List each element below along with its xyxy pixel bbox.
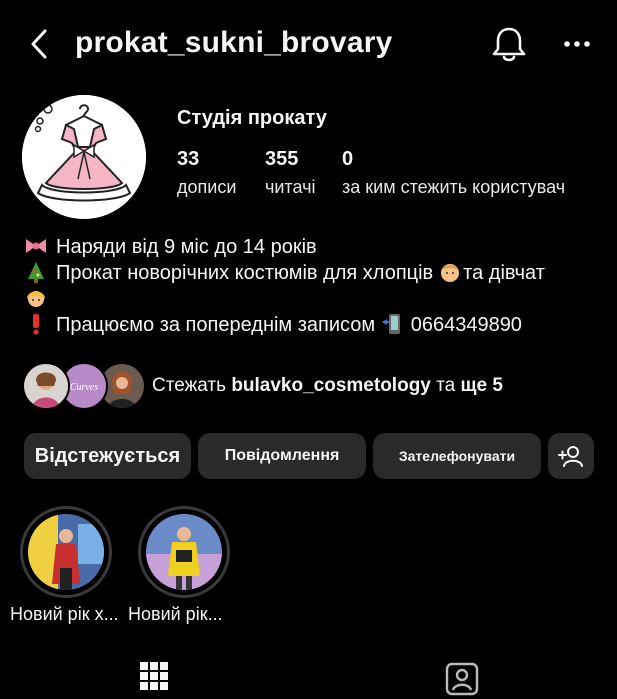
highlight-label: Новий рік... (128, 604, 223, 624)
profile-avatar[interactable] (22, 95, 146, 219)
highlight-ring (20, 506, 112, 598)
back-button[interactable] (24, 26, 54, 62)
followed-by-more: ще 5 (460, 375, 503, 396)
stat-following[interactable]: 0 за ким стежить користувач (342, 148, 565, 198)
followed-by-account: bulavko_cosmetology (231, 375, 431, 396)
bio-line-2-text-b: та дівчат (463, 262, 545, 284)
bio-line-2-text-a: Прокат новорічних костюмів для хлопців (56, 262, 434, 284)
ribbon-emoji-icon (26, 239, 46, 253)
more-options-button[interactable] (558, 30, 596, 58)
follower-avatar-1 (22, 362, 70, 410)
followed-by-row[interactable]: Curves Стежать bulavko_cosmetology та ще… (22, 362, 602, 410)
girl-emoji-icon (27, 291, 45, 307)
tab-posts-grid[interactable] (138, 660, 172, 694)
exclamation-emoji-icon (33, 314, 39, 335)
bio-line-3: Працюємо за попереднім записом 066434989… (24, 312, 604, 338)
following-label: за ким стежить користувач (342, 177, 566, 197)
christmas-tree-emoji-icon (28, 262, 44, 283)
suggest-people-button[interactable] (548, 433, 594, 479)
profile-username: prokat_sukni_brovary (75, 26, 393, 59)
chevron-left-icon (31, 29, 47, 59)
call-button[interactable]: Зателефонувати (373, 433, 541, 479)
bio-line-girl-emoji (24, 286, 604, 312)
posts-label: дописи (177, 177, 237, 197)
stat-posts[interactable]: 33 дописи (177, 148, 236, 198)
tab-tagged[interactable] (445, 660, 479, 696)
highlight-ring (138, 506, 230, 598)
notifications-button[interactable] (490, 24, 528, 64)
bio-line-2: Прокат новорічних костюмів для хлопців т… (24, 260, 604, 286)
highlight-cover (28, 514, 104, 590)
followed-by-text: Стежать bulavko_cosmetology та ще 5 (152, 375, 503, 397)
profile-bio: Наряди від 9 міс до 14 років Прокат ново… (24, 234, 604, 338)
followers-label: читачі (265, 177, 316, 197)
bio-line-1: Наряди від 9 міс до 14 років (24, 234, 604, 260)
bio-phone[interactable]: 0664349890 (411, 314, 522, 336)
stat-followers[interactable]: 355 читачі (265, 148, 315, 198)
following-button[interactable]: Відстежується (24, 433, 191, 479)
bio-line-3-text: Працюємо за попереднім записом (56, 314, 376, 336)
add-person-icon (558, 446, 583, 467)
account-display-name: Студія прокату (177, 107, 327, 129)
dress-logo-icon (22, 95, 146, 219)
more-horizontal-icon (564, 41, 590, 47)
followed-by-middle: та (436, 375, 456, 396)
follower-avatar-2-text: Curves (70, 382, 98, 393)
followers-count: 355 (265, 148, 299, 170)
following-count: 0 (342, 148, 354, 170)
message-button[interactable]: Повідомлення (198, 433, 366, 479)
grid-icon (140, 662, 168, 690)
highlight-label: Новий рік х... (10, 604, 119, 624)
profile-page: prokat_sukni_brovary Студія прокату 33 д… (0, 0, 617, 699)
boy-emoji-icon (441, 264, 460, 282)
bio-line-1-text: Наряди від 9 міс до 14 років (56, 236, 317, 258)
phone-emoji-icon (382, 314, 401, 334)
followed-by-prefix: Стежать (152, 375, 227, 396)
top-bar: prokat_sukni_brovary (0, 0, 617, 88)
posts-count: 33 (177, 148, 200, 170)
bell-icon (492, 27, 526, 62)
highlight-cover (146, 514, 222, 590)
tagged-person-icon (445, 662, 479, 696)
